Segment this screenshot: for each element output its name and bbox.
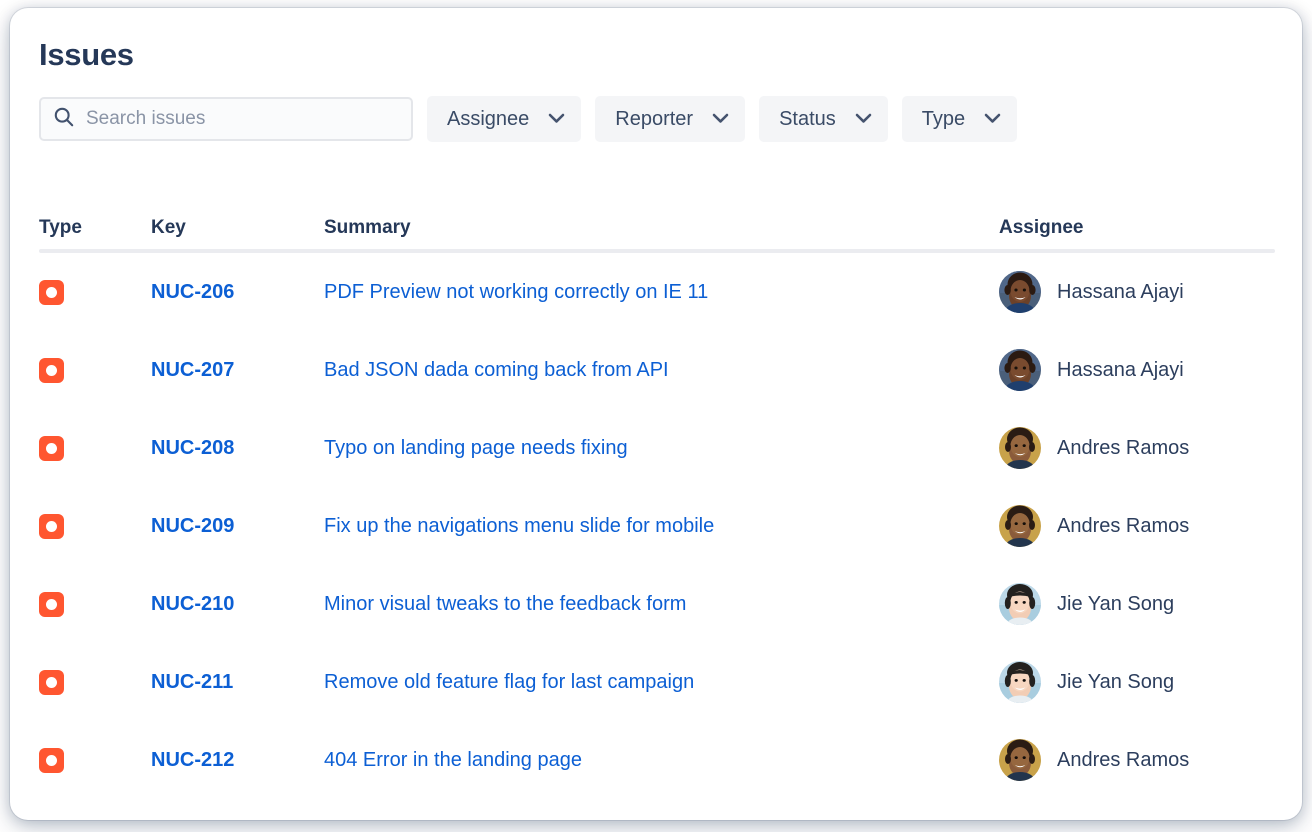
table-row[interactable]: NUC-206 PDF Preview not working correctl…	[39, 253, 1275, 331]
issues-table: Type Key Summary Assignee NUC-206 PDF Pr…	[39, 198, 1275, 799]
bug-icon	[39, 280, 64, 305]
issue-summary-link[interactable]: 404 Error in the landing page	[324, 749, 582, 771]
filter-assignee-button[interactable]: Assignee	[427, 96, 581, 142]
table-row[interactable]: NUC-207 Bad JSON dada coming back from A…	[39, 331, 1275, 409]
issue-summary-link[interactable]: Bad JSON dada coming back from API	[324, 359, 669, 381]
cell-assignee: Andres Ramos	[999, 427, 1275, 469]
filter-bar: Search issues Assignee Reporter	[39, 96, 1017, 142]
bug-icon	[39, 592, 64, 617]
avatar	[999, 661, 1041, 703]
cell-key: NUC-212	[151, 748, 324, 772]
filter-reporter-button[interactable]: Reporter	[595, 96, 745, 142]
assignee-name: Andres Ramos	[1057, 748, 1189, 772]
chevron-down-icon	[712, 112, 729, 127]
cell-type	[39, 358, 151, 383]
page-title: Issues	[39, 35, 134, 75]
bug-icon	[39, 358, 64, 383]
cell-summary: Minor visual tweaks to the feedback form	[324, 591, 999, 617]
avatar	[999, 349, 1041, 391]
avatar	[999, 427, 1041, 469]
issue-summary-link[interactable]: Fix up the navigations menu slide for mo…	[324, 515, 714, 537]
filter-status-label: Status	[779, 107, 836, 131]
avatar	[999, 505, 1041, 547]
avatar	[999, 271, 1041, 313]
table-row[interactable]: NUC-210 Minor visual tweaks to the feedb…	[39, 565, 1275, 643]
cell-key: NUC-206	[151, 280, 324, 304]
bug-icon	[39, 748, 64, 773]
cell-assignee: Hassana Ajayi	[999, 349, 1275, 391]
search-icon	[53, 106, 75, 133]
assignee-name: Andres Ramos	[1057, 436, 1189, 460]
table-body: NUC-206 PDF Preview not working correctl…	[39, 253, 1275, 799]
avatar	[999, 739, 1041, 781]
filter-assignee-label: Assignee	[447, 107, 529, 131]
filter-status-button[interactable]: Status	[759, 96, 888, 142]
cell-summary: 404 Error in the landing page	[324, 747, 999, 773]
issue-key-link[interactable]: NUC-206	[151, 281, 234, 303]
cell-summary: Remove old feature flag for last campaig…	[324, 669, 999, 695]
cell-summary: Fix up the navigations menu slide for mo…	[324, 513, 999, 539]
cell-assignee: Andres Ramos	[999, 505, 1275, 547]
cell-summary: Typo on landing page needs fixing	[324, 435, 999, 461]
chevron-down-icon	[855, 112, 872, 127]
table-header-row: Type Key Summary Assignee	[39, 198, 1275, 240]
column-header-summary: Summary	[324, 216, 999, 240]
issue-key-link[interactable]: NUC-211	[151, 671, 233, 693]
issue-summary-link[interactable]: PDF Preview not working correctly on IE …	[324, 281, 708, 303]
cell-key: NUC-211	[151, 670, 324, 694]
column-header-type: Type	[39, 216, 151, 240]
issue-key-link[interactable]: NUC-208	[151, 437, 234, 459]
chevron-down-icon	[984, 112, 1001, 127]
screen-root: Issues Search issues Assignee	[0, 0, 1312, 832]
issues-card: Issues Search issues Assignee	[10, 8, 1302, 820]
bug-icon	[39, 514, 64, 539]
cell-type	[39, 436, 151, 461]
cell-assignee: Andres Ramos	[999, 739, 1275, 781]
cell-key: NUC-208	[151, 436, 324, 460]
assignee-name: Jie Yan Song	[1057, 592, 1174, 616]
issue-key-link[interactable]: NUC-212	[151, 749, 234, 771]
assignee-name: Hassana Ajayi	[1057, 358, 1184, 382]
issue-summary-link[interactable]: Minor visual tweaks to the feedback form	[324, 593, 686, 615]
cell-type	[39, 670, 151, 695]
chevron-down-icon	[548, 112, 565, 127]
cell-key: NUC-210	[151, 592, 324, 616]
cell-key: NUC-209	[151, 514, 324, 538]
filter-reporter-label: Reporter	[615, 107, 693, 131]
search-placeholder: Search issues	[86, 107, 205, 131]
assignee-name: Jie Yan Song	[1057, 670, 1174, 694]
cell-assignee: Jie Yan Song	[999, 661, 1275, 703]
avatar	[999, 583, 1041, 625]
bug-icon	[39, 670, 64, 695]
cell-type	[39, 592, 151, 617]
table-row[interactable]: NUC-212 404 Error in the landing page An…	[39, 721, 1275, 799]
search-input[interactable]: Search issues	[39, 97, 413, 141]
issue-summary-link[interactable]: Typo on landing page needs fixing	[324, 437, 628, 459]
column-header-assignee: Assignee	[999, 216, 1275, 240]
filter-type-label: Type	[922, 107, 965, 131]
table-row[interactable]: NUC-209 Fix up the navigations menu slid…	[39, 487, 1275, 565]
filter-type-button[interactable]: Type	[902, 96, 1017, 142]
column-header-key: Key	[151, 216, 324, 240]
cell-assignee: Hassana Ajayi	[999, 271, 1275, 313]
issue-summary-link[interactable]: Remove old feature flag for last campaig…	[324, 671, 694, 693]
table-row[interactable]: NUC-208 Typo on landing page needs fixin…	[39, 409, 1275, 487]
table-row[interactable]: NUC-211 Remove old feature flag for last…	[39, 643, 1275, 721]
assignee-name: Hassana Ajayi	[1057, 280, 1184, 304]
issue-key-link[interactable]: NUC-209	[151, 515, 234, 537]
issue-key-link[interactable]: NUC-207	[151, 359, 234, 381]
cell-type	[39, 514, 151, 539]
cell-summary: PDF Preview not working correctly on IE …	[324, 279, 999, 305]
cell-type	[39, 280, 151, 305]
bug-icon	[39, 436, 64, 461]
cell-type	[39, 748, 151, 773]
cell-summary: Bad JSON dada coming back from API	[324, 357, 999, 383]
issue-key-link[interactable]: NUC-210	[151, 593, 234, 615]
assignee-name: Andres Ramos	[1057, 514, 1189, 538]
cell-assignee: Jie Yan Song	[999, 583, 1275, 625]
cell-key: NUC-207	[151, 358, 324, 382]
